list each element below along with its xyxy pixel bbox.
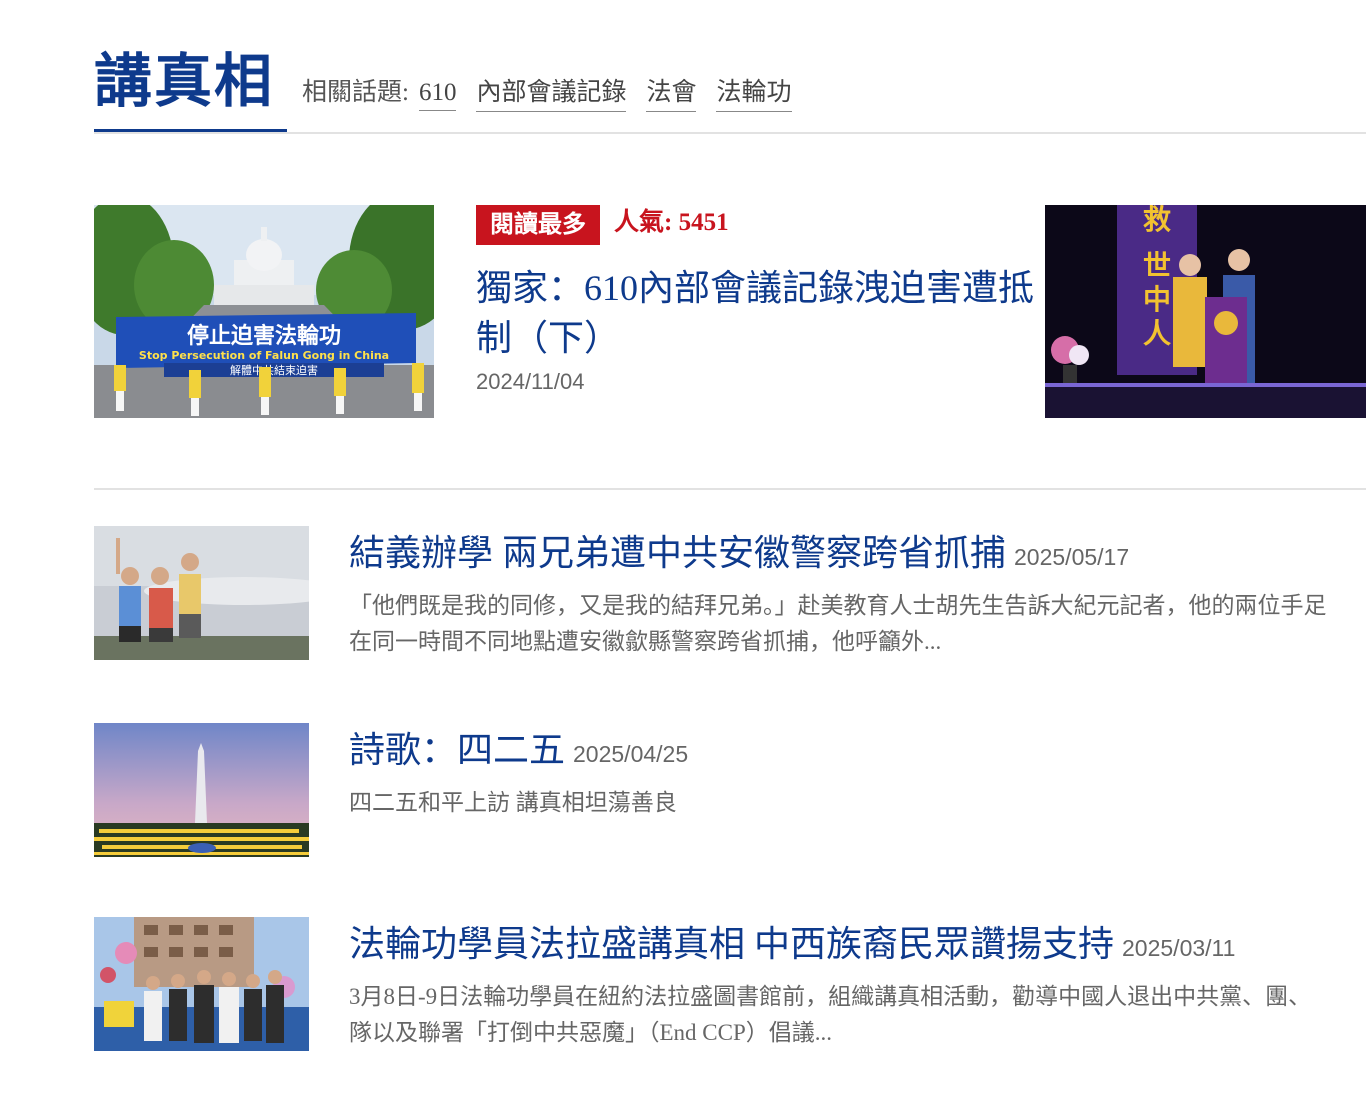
article-thumbnail[interactable] — [94, 917, 309, 1051]
article-item: 法輪功學員法拉盛講真相 中西族裔民眾讚揚支持 2025/03/11 3月8日-9日… — [94, 917, 1366, 1051]
popularity-count: 人氣: 5451 — [614, 209, 729, 236]
stage-banner-char-4: 人 — [1143, 317, 1171, 350]
related-topics: 相關話題: 610 內部會議記錄 法會 法輪功 — [302, 72, 812, 112]
article-summary: 3月8日-9日法輪功學員在紐約法拉盛圖書館前，組織講真相活動，勸導中國人退出中共… — [349, 984, 1312, 1045]
related-topics-label: 相關話題: — [302, 79, 409, 106]
header-divider — [94, 132, 1366, 134]
featured-image-parade[interactable]: 停止迫害法輪功 Stop Persecution of Falun Gong i… — [94, 205, 434, 418]
featured-text: 閱讀最多 人氣: 5451 獨家：610內部會議記錄洩迫害遭抵制（下） 2024/… — [476, 205, 1036, 395]
featured-article: 停止迫害法輪功 Stop Persecution of Falun Gong i… — [94, 205, 1366, 418]
article-body: 法輪功學員法拉盛講真相 中西族裔民眾讚揚支持 2025/03/11 3月8日-9日… — [349, 919, 1349, 1051]
article-date: 2025/05/17 — [1014, 544, 1130, 570]
topic-link-610[interactable]: 610 — [418, 79, 457, 111]
article-body: 詩歌：四二五 2025/04/25 四二五和平上訪 講真相坦蕩善良 — [349, 725, 1349, 821]
parade-banner-main: 停止迫害法輪功 — [187, 323, 341, 349]
topic-link-meeting-records[interactable]: 內部會議記錄 — [476, 72, 627, 112]
article-title-link[interactable]: 詩歌：四二五 — [349, 730, 565, 770]
stage-banner-text: 救 世 中 人 — [1143, 205, 1171, 350]
article-date: 2025/03/11 — [1122, 935, 1236, 961]
article-thumbnail[interactable] — [94, 723, 309, 857]
featured-image-stage[interactable]: 救 世 中 人 — [1045, 205, 1366, 418]
topic-link-fahui[interactable]: 法會 — [646, 72, 697, 112]
stage-banner-char-2: 世 — [1143, 249, 1171, 282]
most-read-badge: 閱讀最多 — [476, 205, 600, 245]
topic-link-falun-gong[interactable]: 法輪功 — [716, 72, 792, 112]
featured-title-link[interactable]: 獨家：610內部會議記錄洩迫害遭抵制（下） — [476, 263, 1036, 363]
article-body: 結義辦學 兩兄弟遭中共安徽警察跨省抓捕 2025/05/17 「他們既是我的同修，… — [349, 528, 1349, 660]
stage-banner-char-3: 中 — [1143, 283, 1171, 316]
article-item: 結義辦學 兩兄弟遭中共安徽警察跨省抓捕 2025/05/17 「他們既是我的同修，… — [94, 526, 1366, 660]
article-title-link[interactable]: 結義辦學 兩兄弟遭中共安徽警察跨省抓捕 — [349, 533, 1006, 573]
article-summary: 四二五和平上訪 講真相坦蕩善良 — [349, 790, 677, 815]
article-summary: 「他們既是我的同修，又是我的結拜兄弟。」赴美教育人士胡先生告訴大紀元記者，他的兩… — [349, 593, 1327, 654]
featured-date: 2024/11/04 — [476, 369, 585, 394]
parade-banner-below: 解體中共結束迫害 — [230, 363, 318, 377]
section-header: 講真相 相關話題: 610 內部會議記錄 法會 法輪功 — [94, 40, 1366, 134]
section-divider — [94, 488, 1366, 490]
page-title: 講真相 — [94, 49, 275, 114]
stage-banner-char-1: 救 — [1143, 205, 1171, 236]
parade-banner-sub: Stop Persecution of Falun Gong in China — [139, 349, 389, 362]
article-thumbnail[interactable] — [94, 526, 309, 660]
article-title-link[interactable]: 法輪功學員法拉盛講真相 中西族裔民眾讚揚支持 — [349, 924, 1114, 964]
article-item: 詩歌：四二五 2025/04/25 四二五和平上訪 講真相坦蕩善良 — [94, 723, 1366, 857]
article-date: 2025/04/25 — [573, 741, 689, 767]
